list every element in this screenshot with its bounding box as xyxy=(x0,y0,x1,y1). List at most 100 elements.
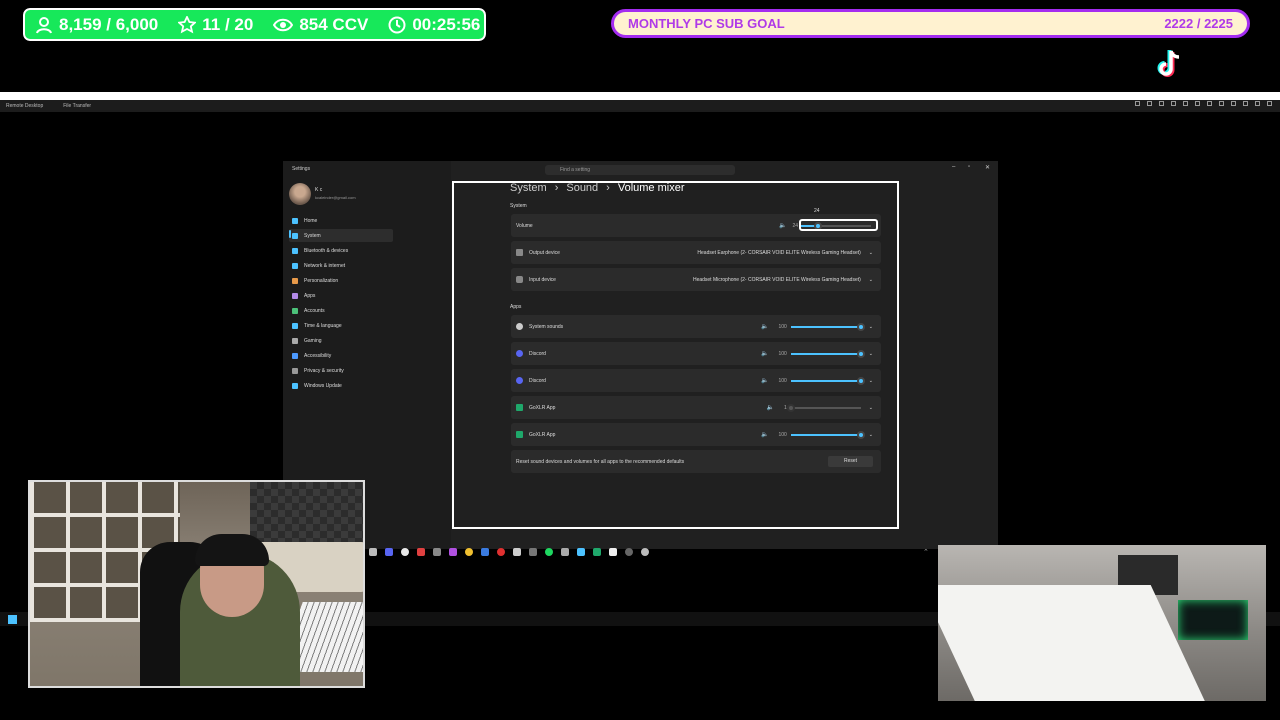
windows-start-icon[interactable] xyxy=(8,615,17,624)
user-email: kcaleinder@gmail.com xyxy=(315,195,356,200)
slider-thumb[interactable] xyxy=(856,376,865,385)
toolbar-icon[interactable] xyxy=(1147,101,1152,106)
sidebar-item-label: Network & internet xyxy=(304,262,346,269)
volume-value: 24 xyxy=(792,222,798,229)
output-device-select[interactable]: Headset Earphone (2- CORSAIR VOID ELITE … xyxy=(697,250,860,256)
speaker-icon[interactable]: 🔈 xyxy=(779,222,786,229)
sidebar-item-bluetooth[interactable]: Bluetooth & devices xyxy=(289,244,393,257)
remote-desktop-menu: Remote Desktop File Transfer xyxy=(0,100,1280,112)
sidebar-item-gaming[interactable]: Gaming xyxy=(289,334,393,347)
chevron-down-icon[interactable]: ⌄ xyxy=(869,250,873,256)
sidebar-item-accounts[interactable]: Accounts xyxy=(289,304,393,317)
taskbar-app-icon[interactable] xyxy=(449,548,457,556)
chevron-down-icon[interactable]: ⌄ xyxy=(869,277,873,283)
goxlr-icon xyxy=(516,404,523,411)
toolbar-icon[interactable] xyxy=(1243,101,1248,106)
speaker-icon[interactable]: 🔈 xyxy=(761,323,768,330)
breadcrumb-system[interactable]: System xyxy=(510,182,547,194)
speaker-icon[interactable]: 🔈 xyxy=(761,377,768,384)
taskbar-app-icon[interactable] xyxy=(545,548,553,556)
taskbar-app-icon[interactable] xyxy=(369,548,377,556)
chevron-up-icon[interactable]: ⌃ xyxy=(923,548,929,556)
app-volume-slider[interactable] xyxy=(790,349,865,358)
sidebar-item-home[interactable]: Home xyxy=(289,214,393,227)
slider-thumb[interactable] xyxy=(787,403,796,412)
toolbar-icon[interactable] xyxy=(1183,101,1188,106)
sidebar-item-privacy[interactable]: Privacy & security xyxy=(289,364,393,377)
sidebar-item-windows-update[interactable]: Windows Update xyxy=(289,379,393,392)
breadcrumb-sound[interactable]: Sound xyxy=(566,182,598,194)
sidebar-item-label: Bluetooth & devices xyxy=(304,247,349,254)
taskbar-app-icon[interactable] xyxy=(433,548,441,556)
sidebar-item-apps[interactable]: Apps xyxy=(289,289,393,302)
minimize-icon[interactable]: – xyxy=(952,164,955,170)
room-camera-feed xyxy=(938,545,1266,701)
person-icon xyxy=(292,307,298,314)
toolbar-icon[interactable] xyxy=(1171,101,1176,106)
taskbar-app-icon[interactable] xyxy=(481,548,489,556)
monitor-icon xyxy=(292,232,298,239)
app-volume-slider[interactable] xyxy=(790,322,865,331)
slider-thumb[interactable] xyxy=(856,349,865,358)
taskbar-app-icon[interactable] xyxy=(513,548,521,556)
output-device-row[interactable]: Output device Headset Earphone (2- CORSA… xyxy=(511,241,881,264)
avatar[interactable] xyxy=(289,183,311,205)
taskbar-app-icon[interactable] xyxy=(577,548,585,556)
input-device-select[interactable]: Headset Microphone (2- CORSAIR VOID ELIT… xyxy=(693,277,861,283)
reset-button[interactable]: Reset xyxy=(828,456,873,467)
close-icon[interactable]: ✕ xyxy=(985,164,990,171)
speaker-icon[interactable]: 🔈 xyxy=(761,431,768,438)
app-volume-slider[interactable] xyxy=(787,403,861,412)
app-volume-value: 100 xyxy=(778,350,787,357)
stream-stats-bar: 8,159 / 6,000 11 / 20 854 CCV 00:25:56 xyxy=(21,6,488,43)
taskbar-app-icon[interactable] xyxy=(529,548,537,556)
toolbar-icon[interactable] xyxy=(1231,101,1236,106)
taskbar-app-icon[interactable] xyxy=(465,548,473,556)
chevron-right-icon: › xyxy=(606,182,610,194)
section-header-system: System xyxy=(510,203,527,209)
toolbar-icon[interactable] xyxy=(1255,101,1260,106)
toolbar-icon[interactable] xyxy=(1135,101,1140,106)
toolbar-icon[interactable] xyxy=(1195,101,1200,106)
speaker-icon[interactable]: 🔈 xyxy=(767,404,774,411)
input-device-row[interactable]: Input device Headset Microphone (2- CORS… xyxy=(511,268,881,291)
toolbar-icon[interactable] xyxy=(1159,101,1164,106)
app-row: GoXLR App 🔈 1 ⌄ xyxy=(511,396,881,419)
toolbar-icon[interactable] xyxy=(1267,101,1272,106)
chevron-down-icon[interactable]: ⌄ xyxy=(869,378,873,384)
home-icon xyxy=(292,217,298,224)
sidebar-item-time-language[interactable]: Time & language xyxy=(289,319,393,332)
taskbar-app-icon[interactable] xyxy=(417,548,425,556)
sidebar-item-system[interactable]: System xyxy=(289,229,393,242)
speaker-icon[interactable]: 🔈 xyxy=(761,350,768,357)
chevron-down-icon[interactable]: ⌄ xyxy=(869,432,873,438)
remote-taskbar xyxy=(369,548,649,556)
sidebar-item-network[interactable]: Network & internet xyxy=(289,259,393,272)
menu-remote-desktop[interactable]: Remote Desktop xyxy=(6,103,43,109)
section-header-apps: Apps xyxy=(510,304,522,310)
taskbar-app-icon[interactable] xyxy=(609,548,617,556)
menu-file-transfer[interactable]: File Transfer xyxy=(63,103,91,109)
chevron-down-icon[interactable]: ⌄ xyxy=(869,351,873,357)
app-volume-slider[interactable] xyxy=(790,376,865,385)
slider-fill xyxy=(790,379,861,382)
taskbar-app-icon[interactable] xyxy=(401,548,409,556)
maximize-icon[interactable]: ▫ xyxy=(968,164,970,170)
taskbar-app-icon[interactable] xyxy=(593,548,601,556)
taskbar-app-icon[interactable] xyxy=(497,548,505,556)
slider-thumb[interactable] xyxy=(856,430,865,439)
app-volume-slider[interactable] xyxy=(790,430,865,439)
taskbar-app-icon[interactable] xyxy=(385,548,393,556)
chevron-down-icon[interactable]: ⌄ xyxy=(869,405,873,411)
sidebar-item-personalization[interactable]: Personalization xyxy=(289,274,393,287)
chevron-down-icon[interactable]: ⌄ xyxy=(869,324,873,330)
bluetooth-icon xyxy=(292,247,298,254)
toolbar-icon[interactable] xyxy=(1207,101,1212,106)
gear-icon[interactable] xyxy=(641,548,649,556)
slider-thumb[interactable] xyxy=(856,322,865,331)
search-input[interactable]: Find a setting xyxy=(545,165,735,175)
sidebar-item-accessibility[interactable]: Accessibility xyxy=(289,349,393,362)
taskbar-app-icon[interactable] xyxy=(561,548,569,556)
toolbar-icon[interactable] xyxy=(1219,101,1224,106)
taskbar-app-icon[interactable] xyxy=(625,548,633,556)
